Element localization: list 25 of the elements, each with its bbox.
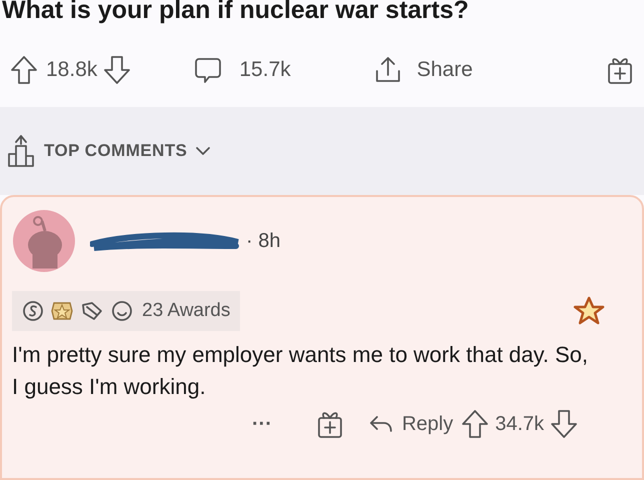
comment-time: · 8h (246, 229, 280, 254)
comment-count: 15.7k (239, 57, 291, 84)
comment-icon[interactable] (193, 55, 224, 85)
post-title: What is your plan if nuclear war starts? (1, 0, 470, 23)
more-button[interactable]: ··· (252, 409, 272, 439)
chevron-icon (195, 146, 212, 156)
upvote-icon[interactable] (461, 409, 490, 439)
coin-icon (22, 300, 44, 322)
sort-button[interactable]: TOP COMMENTS (44, 138, 212, 164)
vote-count: 18.8k (46, 57, 98, 84)
gift-icon[interactable] (316, 409, 344, 439)
laughing-face-icon (110, 299, 134, 323)
downvote-icon[interactable] (550, 409, 578, 439)
upvote-icon[interactable] (10, 55, 38, 85)
awards-bar[interactable]: 23 Awards (12, 291, 240, 331)
avatar-icon (12, 209, 76, 273)
comment-vote-count: 34.7k (495, 412, 544, 437)
comment-body: I'm pretty sure my employer wants me to work that day. So, I guess I'm working. (12, 341, 589, 401)
downvote-icon[interactable] (103, 55, 132, 85)
share-button[interactable]: Share (416, 54, 473, 86)
reply-icon (368, 414, 394, 434)
gift-icon[interactable] (606, 55, 634, 85)
podium-icon (6, 134, 36, 168)
awards-count: 23 Awards (142, 298, 230, 323)
reply-button[interactable]: Reply (368, 409, 454, 439)
